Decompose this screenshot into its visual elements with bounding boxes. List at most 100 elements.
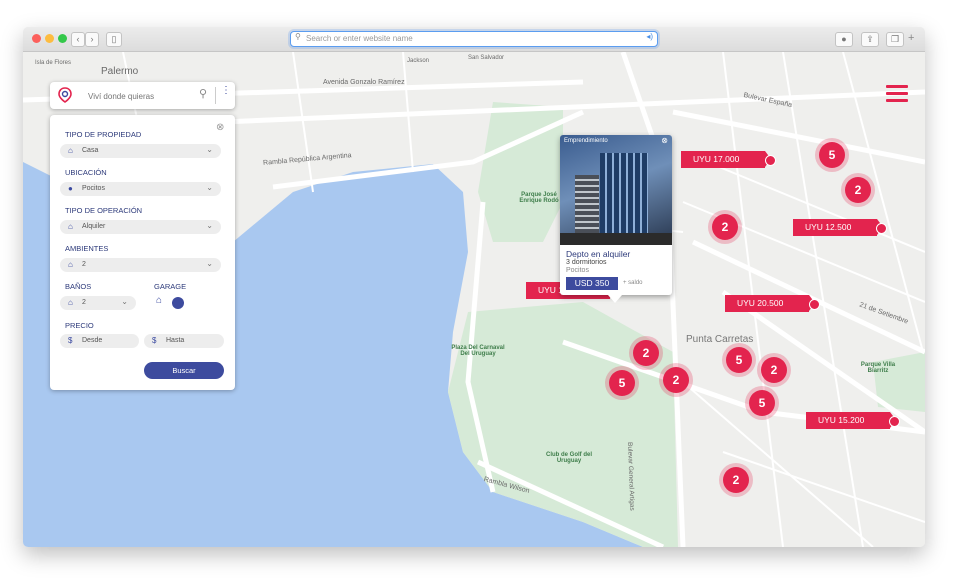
search-bar: ⚲ ⋮ [50,82,235,109]
map-label-isla-de-flores: Isla de Flores [35,60,72,66]
location-value: Pocitos [82,185,105,192]
map-label-san-salvador: San Salvador [468,55,505,61]
zoom-window-button[interactable] [58,34,67,43]
map-label-parque-rodo: Parque José Enrique Rodó [519,192,559,204]
garage-toggle[interactable] [172,297,184,309]
garage-label: GARAGE [154,282,187,291]
address-bar[interactable]: ⚲ Search or enter website name ◂) [290,31,658,47]
card-title: Depto en alquiler [566,249,631,259]
operation-value: Alquiler [82,223,106,230]
map-cluster[interactable]: 2 [761,357,787,383]
chevron-down-icon: ⌄ [121,297,128,306]
card-tag: Emprendimiento [564,138,608,144]
map-cluster[interactable]: 2 [712,214,738,240]
garage-icon: ⌂ [156,295,163,306]
rooms-value: 2 [82,261,86,268]
map-label-club-golf: Club de Golf del Uruguay [546,452,592,464]
map-cluster[interactable]: 5 [609,370,635,396]
operation-label: TIPO DE OPERACIÓN [65,206,143,215]
property-type-value: Casa [82,147,99,154]
filter-panel: ⊗ TIPO DE PROPIEDAD ⌂ Casa ⌄ UBICACIÓN ●… [50,115,235,390]
search-divider [215,87,216,104]
browser-window: ‹ › ▯ ⚲ Search or enter website name ◂) … [23,27,925,547]
chevron-down-icon: ⌄ [206,259,213,268]
share-button[interactable]: ⇪ [861,32,879,47]
price-from-placeholder: Desde [82,337,103,344]
chevron-down-icon: ⌄ [206,221,213,230]
map-label-palermo: Palermo [101,66,139,77]
browser-titlebar: ‹ › ▯ ⚲ Search or enter website name ◂) … [23,27,925,52]
menu-button[interactable] [886,85,908,103]
rooms-select[interactable]: ⌂ 2 ⌄ [60,258,221,272]
map-cluster[interactable]: 2 [633,340,659,366]
chevron-down-icon: ⌄ [206,145,213,154]
more-options-icon[interactable]: ⋮ [221,85,231,96]
map-cluster[interactable]: 2 [723,467,749,493]
map-cluster[interactable]: 5 [726,347,752,373]
pin-icon [809,299,820,310]
forward-button[interactable]: › [85,32,99,47]
minimize-window-button[interactable] [45,34,54,43]
back-button[interactable]: ‹ [71,32,85,47]
home-icon: ⌂ [68,146,73,155]
location-pin-icon: ● [68,184,73,193]
pin-icon [876,223,887,234]
close-window-button[interactable] [32,34,41,43]
baths-value: 2 [82,299,86,306]
pin-icon [765,155,776,166]
property-type-select[interactable]: ⌂ Casa ⌄ [60,144,221,158]
map-cluster[interactable]: 5 [749,390,775,416]
address-placeholder: Search or enter website name [306,34,413,43]
price-to-field[interactable]: $ Hasta [144,334,224,348]
property-card[interactable]: Emprendimiento ⊗ Depto en alquiler 3 dor… [560,135,672,303]
map-label-gonzalo-ramirez: Avenida Gonzalo Ramírez [323,79,405,86]
card-rooms: 3 dormitorios [566,259,607,266]
price-marker[interactable]: UYU 17.000 [681,151,771,168]
hamburger-icon [886,85,908,102]
close-panel-icon[interactable]: ⊗ [216,122,224,133]
tabs-icon: ❐ [890,34,900,44]
building-image [600,153,648,239]
map-cluster[interactable]: 2 [845,177,871,203]
search-button[interactable]: Buscar [144,362,224,379]
baths-label: BAÑOS [65,282,92,291]
card-location: Pocitos [566,267,589,274]
map-cluster[interactable]: 2 [663,367,689,393]
baths-select[interactable]: ⌂ 2 ⌄ [60,296,136,310]
price-to-placeholder: Hasta [166,337,185,344]
share-icon: ⇪ [866,34,874,44]
price-marker[interactable]: UYU 12.500 [793,219,883,236]
close-icon[interactable]: ⊗ [661,136,668,145]
search-icon[interactable]: ⚲ [199,87,207,100]
new-tab-button[interactable]: + [908,32,914,44]
map-cluster[interactable]: 5 [819,142,845,168]
card-pointer [608,295,622,303]
home-icon: ⌂ [68,260,73,269]
dollar-icon: $ [152,336,157,345]
street-image [560,233,672,245]
map-label-punta-carretas: Punta Carretas [686,334,754,345]
search-icon: ⚲ [295,32,301,41]
sidebar-icon: ▯ [111,34,117,44]
chevron-left-icon: ‹ [76,34,80,44]
map-label-jackson: Jackson [407,58,430,64]
downloads-button[interactable]: ● [835,32,853,47]
operation-select[interactable]: ⌂ Alquiler ⌄ [60,220,221,234]
home-icon: ⌂ [68,222,73,231]
price-from-field[interactable]: $ Desde [60,334,139,348]
tabs-button[interactable]: ❐ [886,32,904,47]
speaker-icon: ◂) [646,32,653,41]
home-icon: ⌂ [68,298,73,307]
sidebar-toggle-button[interactable]: ▯ [106,32,122,47]
dollar-icon: $ [68,336,73,345]
download-icon: ● [841,34,847,44]
rooms-label: AMBIENTES [65,244,109,253]
map-label-parque-villa-biarritz: Parque Villa Biarritz [860,362,896,374]
price-marker[interactable]: UYU 20.500 [725,295,815,312]
chevron-down-icon: ⌄ [206,183,213,192]
location-select[interactable]: ● Pocitos ⌄ [60,182,221,196]
search-input[interactable] [86,88,200,104]
card-price: USD 350 [566,277,618,290]
logo-icon [58,87,72,103]
price-marker[interactable]: UYU 15.200 [806,412,896,429]
